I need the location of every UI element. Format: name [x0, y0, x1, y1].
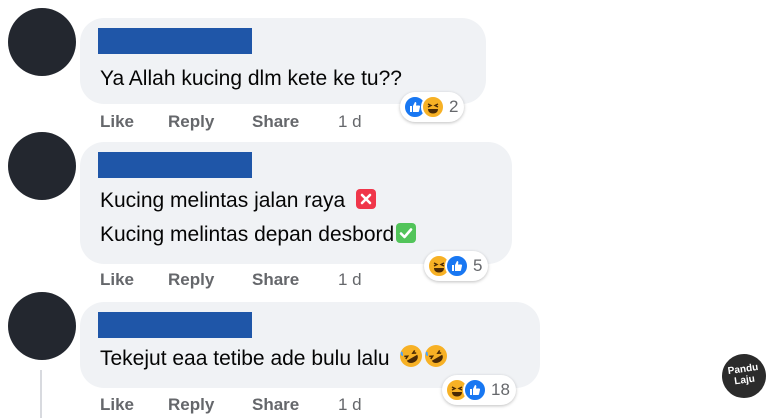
timestamp[interactable]: 1 d: [338, 270, 362, 290]
comment-text: Ya Allah kucing dlm kete ke tu??: [100, 67, 402, 90]
reaction-count: 5: [473, 256, 483, 275]
rofl-icon: [400, 345, 423, 367]
avatar[interactable]: [8, 292, 76, 360]
comment-actions: Like Reply Share 1 d: [100, 395, 362, 415]
reaction-summary[interactable]: 5: [424, 251, 489, 281]
redacted-author-name[interactable]: [98, 28, 252, 54]
reaction-count: 2: [449, 97, 459, 116]
reply-button[interactable]: Reply: [168, 395, 252, 415]
cross-mark-icon: [355, 189, 376, 209]
timestamp[interactable]: 1 d: [338, 112, 362, 132]
comment-text-line: Kucing melintas depan desbord: [100, 218, 417, 252]
reaction-summary[interactable]: 2: [400, 92, 465, 122]
share-button[interactable]: Share: [252, 270, 338, 290]
like-icon: [445, 254, 469, 278]
reply-button[interactable]: Reply: [168, 270, 252, 290]
haha-icon: [421, 95, 445, 119]
reply-button[interactable]: Reply: [168, 112, 252, 132]
like-icon: [463, 378, 487, 402]
like-button[interactable]: Like: [100, 112, 168, 132]
watermark-logo: Pandu Laju: [719, 351, 769, 401]
comment-bubble: Kucing melintas jalan raya Kucing melint…: [80, 142, 512, 264]
thread-line: [40, 370, 42, 418]
like-button[interactable]: Like: [100, 395, 168, 415]
comment-actions: Like Reply Share 1 d: [100, 112, 362, 132]
comment-text-line: Kucing melintas jalan raya: [100, 184, 377, 218]
redacted-author-name[interactable]: [98, 152, 252, 178]
like-button[interactable]: Like: [100, 270, 168, 290]
reaction-count: 18: [491, 380, 510, 399]
timestamp[interactable]: 1 d: [338, 395, 362, 415]
rofl-icon: [425, 345, 448, 367]
share-button[interactable]: Share: [252, 395, 338, 415]
reaction-summary[interactable]: 18: [442, 375, 516, 405]
check-mark-icon: [396, 223, 417, 243]
avatar[interactable]: [8, 8, 76, 76]
avatar[interactable]: [8, 132, 76, 200]
share-button[interactable]: Share: [252, 112, 338, 132]
redacted-author-name[interactable]: [98, 312, 252, 338]
comment-actions: Like Reply Share 1 d: [100, 270, 362, 290]
comment-text-line: Tekejut eaa tetibe ade bulu lalu: [100, 342, 448, 376]
